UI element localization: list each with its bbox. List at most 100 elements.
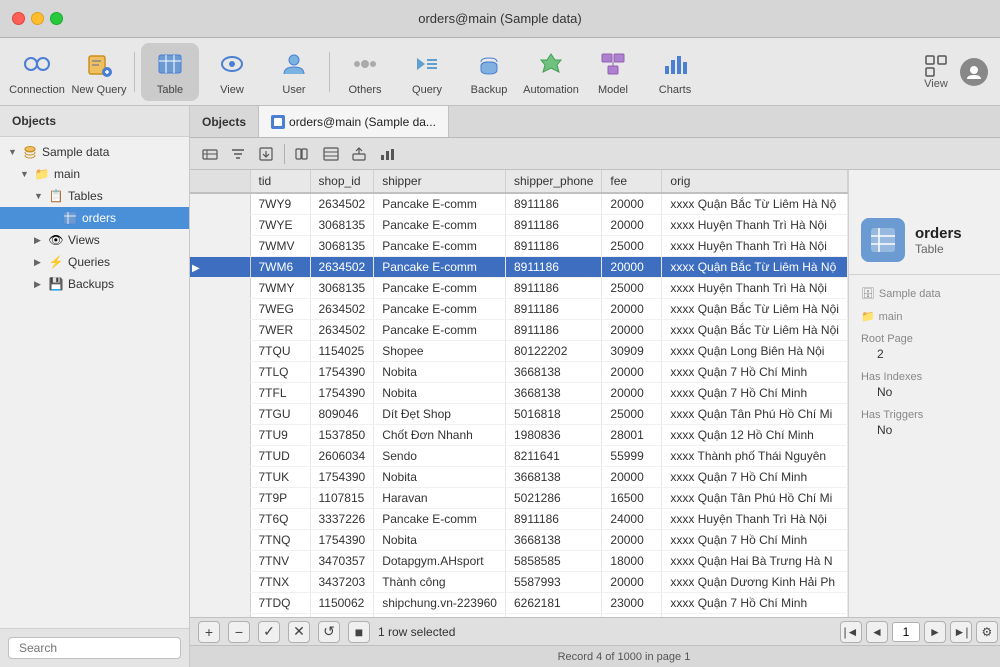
refresh-status-button[interactable]: ↺ xyxy=(318,621,340,643)
sidebar-item-tables[interactable]: ▼ 📋 Tables xyxy=(0,185,189,207)
cell-fee: 20000 xyxy=(602,215,662,236)
others-icon xyxy=(349,48,381,80)
sidebar-item-backups[interactable]: ▶ 💾 Backups xyxy=(0,273,189,295)
db-icon xyxy=(22,144,38,160)
cell-shop_id: 2634502 xyxy=(310,257,374,278)
export-button[interactable] xyxy=(254,142,278,166)
table-row[interactable]: 7WER2634502Pancake E-comm891118620000xxx… xyxy=(190,320,847,341)
table-row[interactable]: 7TUK1754390Nobita366813820000xxxx Quận 7… xyxy=(190,467,847,488)
cell-shipper_phone: 8911186 xyxy=(505,320,601,341)
tab-orders[interactable]: orders@main (Sample da... xyxy=(259,106,449,137)
last-page-button[interactable]: ►| xyxy=(950,621,972,643)
table-row[interactable]: 7WEG2634502Pancake E-comm891118620000xxx… xyxy=(190,299,847,320)
table-name: orders xyxy=(915,225,962,242)
import-button[interactable] xyxy=(347,142,371,166)
page-input[interactable] xyxy=(892,622,920,642)
table-row[interactable]: 7TFL1754390Nobita366813820000xxxx Quận 7… xyxy=(190,383,847,404)
table-row[interactable]: 7TU91537850Chốt Đơn Nhanh198083628001xxx… xyxy=(190,425,847,446)
new-query-button[interactable]: New Query xyxy=(70,43,128,101)
table-row[interactable]: ▶7WM62634502Pancake E-comm891118620000xx… xyxy=(190,257,847,278)
sidebar-item-main[interactable]: ▼ 📁 main xyxy=(0,163,189,185)
data-table-container[interactable]: tid shop_id shipper shipper_phone fee or… xyxy=(190,170,848,617)
col-fee[interactable]: fee xyxy=(602,170,662,193)
stop-status-button[interactable]: ■ xyxy=(348,621,370,643)
table-row[interactable]: 7TUD2606034Sendo821164155999xxxx Thành p… xyxy=(190,446,847,467)
user-button[interactable]: User xyxy=(265,43,323,101)
col-tid[interactable]: tid xyxy=(250,170,310,193)
table-button[interactable]: Table xyxy=(141,43,199,101)
table-row[interactable]: 7WYE3068135Pancake E-comm891118620000xxx… xyxy=(190,215,847,236)
row-marker xyxy=(190,446,250,467)
col-shipper-phone[interactable]: shipper_phone xyxy=(505,170,601,193)
col-orig[interactable]: orig xyxy=(662,170,848,193)
next-page-button[interactable]: ► xyxy=(924,621,946,643)
model-button[interactable]: Model xyxy=(584,43,642,101)
cell-shop_id: 1107815 xyxy=(310,488,374,509)
chart-view-button[interactable] xyxy=(375,142,399,166)
cell-fee: 18000 xyxy=(602,551,662,572)
cell-orig: xxxx Quận Bắc Từ Liêm Hà Nội xyxy=(662,299,848,320)
tree-arrow: ▼ xyxy=(8,147,22,157)
column-manager-button[interactable] xyxy=(291,142,315,166)
col-shop-id[interactable]: shop_id xyxy=(310,170,374,193)
charts-button[interactable]: Charts xyxy=(646,43,704,101)
bottom-status-text: Record 4 of 1000 in page 1 xyxy=(558,651,691,663)
objects-label: Objects xyxy=(190,106,259,138)
automation-button[interactable]: Automation xyxy=(522,43,580,101)
close-button[interactable] xyxy=(12,12,25,25)
first-page-button[interactable]: |◄ xyxy=(840,621,862,643)
table-row[interactable]: 7WMV3068135Pancake E-comm891118625000xxx… xyxy=(190,236,847,257)
table-row[interactable]: 7TNV3470357Dotapgym.AHsport585858518000x… xyxy=(190,551,847,572)
query-button[interactable]: Query xyxy=(398,43,456,101)
minimize-button[interactable] xyxy=(31,12,44,25)
prev-page-button[interactable]: ◄ xyxy=(866,621,888,643)
table-row[interactable]: 7TLQ1754390Nobita366813820000xxxx Quận 7… xyxy=(190,362,847,383)
user-avatar[interactable] xyxy=(960,58,988,86)
cell-shipper_phone: 8911186 xyxy=(505,193,601,215)
info-row-root-page: Root Page 2 xyxy=(861,333,1000,361)
table-row[interactable]: 7WMY3068135Pancake E-comm891118625000xxx… xyxy=(190,278,847,299)
backup-button[interactable]: Backup xyxy=(460,43,518,101)
table-row[interactable]: 7TNQ1754390Nobita366813820000xxxx Quận 7… xyxy=(190,530,847,551)
search-input[interactable] xyxy=(19,641,174,655)
remove-row-status-button[interactable]: − xyxy=(228,621,250,643)
table-row[interactable]: 7TGU809046Dít Đẹt Shop501681825000xxxx Q… xyxy=(190,404,847,425)
others-button[interactable]: Others xyxy=(336,43,394,101)
sample-data-label: Sample data xyxy=(42,145,109,159)
col-shipper[interactable]: shipper xyxy=(374,170,506,193)
tab-bar: Objects orders@main (Sample da... xyxy=(190,106,1000,138)
cancel-status-button[interactable]: ✕ xyxy=(288,621,310,643)
view-button[interactable]: View xyxy=(203,43,261,101)
cell-shipper_phone: 8911186 xyxy=(505,278,601,299)
sidebar-item-orders[interactable]: orders xyxy=(0,207,189,229)
connection-icon xyxy=(21,48,53,80)
table-row[interactable]: 7TNX3437203Thành công558799320000xxxx Qu… xyxy=(190,572,847,593)
connection-button[interactable]: Connection xyxy=(8,43,66,101)
sidebar-item-views[interactable]: ▶ 👁 Views xyxy=(0,229,189,251)
sidebar-item-queries[interactable]: ▶ ⚡ Queries xyxy=(0,251,189,273)
table-row[interactable]: 7T6Q3337226Pancake E-comm891118624000xxx… xyxy=(190,509,847,530)
tree-arrow: ▶ xyxy=(34,279,48,290)
filter-button[interactable] xyxy=(226,142,250,166)
table-row[interactable]: 7T9P1107815Haravan502128616500xxxx Quận … xyxy=(190,488,847,509)
table-row[interactable]: 7TDQ1150062shipchung.vn-2239606262181230… xyxy=(190,593,847,614)
new-query-icon xyxy=(83,48,115,80)
cell-shipper_phone: 3668138 xyxy=(505,530,601,551)
table-toolbar xyxy=(190,138,1000,170)
view-label-right: View xyxy=(924,78,948,90)
cell-tid: 7TNV xyxy=(250,551,310,572)
tab-orders-icon xyxy=(271,115,285,129)
search-box[interactable] xyxy=(8,637,181,659)
maximize-button[interactable] xyxy=(50,12,63,25)
cell-shop_id: 3068135 xyxy=(310,278,374,299)
add-row-status-button[interactable]: + xyxy=(198,621,220,643)
cell-fee: 28001 xyxy=(602,425,662,446)
settings-page-button[interactable]: ⚙ xyxy=(976,621,998,643)
sidebar-item-sample-data[interactable]: ▼ Sample data xyxy=(0,141,189,163)
add-row-button[interactable] xyxy=(198,142,222,166)
confirm-status-button[interactable]: ✓ xyxy=(258,621,280,643)
cell-tid: 7TNX xyxy=(250,572,310,593)
table-view-button[interactable] xyxy=(319,142,343,166)
table-row[interactable]: 7WY92634502Pancake E-comm891118620000xxx… xyxy=(190,193,847,215)
table-row[interactable]: 7TQU1154025Shopee8012220230909xxxx Quận … xyxy=(190,341,847,362)
